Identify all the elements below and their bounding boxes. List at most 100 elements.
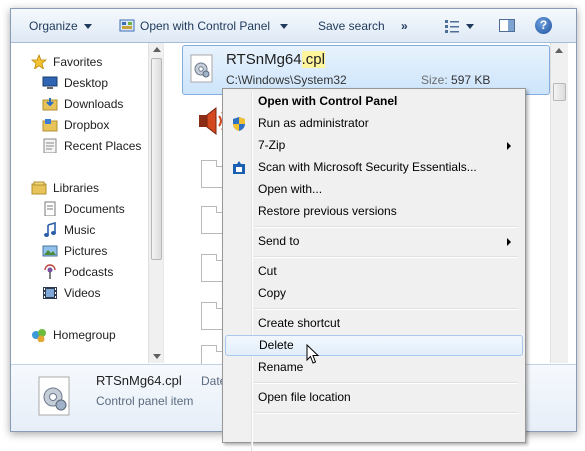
menu-item-label: Open file location [258, 390, 351, 404]
menu-item-delete[interactable]: Delete [225, 335, 523, 356]
size-value: 597 KB [451, 73, 491, 87]
nav-podcasts-label: Podcasts [64, 265, 114, 279]
submenu-arrow-icon [507, 142, 511, 150]
save-search-label: Save search [318, 19, 385, 33]
navigation-pane: Favorites Desktop Downloads Dropbox Rece… [11, 43, 148, 363]
details-file-name: RTSnMg64.cpl [96, 373, 182, 388]
file-list-scroll-thumb[interactable] [553, 83, 566, 101]
videos-film-icon [43, 287, 57, 299]
file-name-base: RTSnMg64 [226, 51, 302, 68]
context-menu: Open with Control Panel Run as administr… [222, 88, 526, 451]
generic-file-icon[interactable] [201, 254, 223, 282]
nav-downloads-label: Downloads [64, 97, 124, 111]
nav-music-label: Music [64, 223, 96, 237]
menu-separator [254, 308, 518, 310]
music-note-icon [44, 222, 56, 237]
dropbox-folder-icon [42, 119, 58, 132]
menu-item-7-zip[interactable]: 7-Zip [225, 135, 521, 156]
star-icon [31, 54, 47, 69]
generic-file-icon[interactable] [201, 302, 223, 330]
generic-file-icon[interactable] [201, 160, 223, 188]
menu-separator [254, 412, 518, 414]
help-button[interactable]: ? [535, 17, 552, 34]
menu-item-label: Open with Control Panel [258, 94, 398, 108]
menu-item-label: Copy [258, 286, 287, 300]
menu-item-label: Rename [258, 360, 304, 374]
selected-file-size: Size: 597 KB [421, 73, 490, 87]
navigation-scroll-thumb[interactable] [151, 58, 162, 260]
menu-item-label: Delete [259, 338, 294, 352]
menu-item-open-with[interactable]: Open with... [225, 179, 521, 200]
chevron-down-icon [83, 24, 92, 30]
documents-icon [44, 201, 56, 216]
menu-separator [254, 226, 518, 228]
podcast-icon [44, 264, 56, 279]
nav-videos-label: Videos [64, 286, 101, 300]
nav-documents-label: Documents [64, 202, 125, 216]
homegroup-icon [32, 329, 46, 342]
open-with-label: Open with Control Panel [140, 19, 271, 33]
recent-places-icon [43, 138, 57, 153]
generic-file-icon[interactable] [201, 206, 223, 234]
menu-item-rename[interactable]: Rename [225, 357, 521, 378]
menu-item-label: Scan with Microsoft Security Essentials.… [258, 160, 477, 174]
libraries-label: Libraries [53, 181, 100, 195]
selected-file-path: C:\Windows\System32 [226, 73, 347, 87]
downloads-folder-icon [42, 98, 58, 111]
uac-shield-icon [233, 117, 245, 131]
menu-item-label: Restore previous versions [258, 204, 397, 218]
menu-item-restore-previous-versions[interactable]: Restore previous versions [225, 201, 521, 222]
menu-item-open-file-location[interactable]: Open file location [225, 387, 521, 408]
more-label: » [401, 19, 408, 33]
menu-item-open-with-control-panel[interactable]: Open with Control Panel [225, 91, 521, 112]
desktop-icon [42, 76, 58, 89]
scroll-up-arrow-icon[interactable] [153, 47, 161, 52]
selected-file-name: RTSnMg64.cpl [226, 51, 325, 68]
file-list-scrollbar[interactable] [550, 43, 568, 363]
command-bar: Organize Open with Control Panel Save se… [11, 9, 576, 43]
favorites-label: Favorites [53, 55, 103, 69]
more-commands-button[interactable]: » [401, 18, 408, 34]
mouse-pointer-icon [306, 344, 320, 364]
menu-item-label: Run as administrator [258, 116, 369, 130]
view-list-icon [445, 20, 459, 33]
details-file-type: Control panel item [96, 394, 194, 408]
menu-item-label: 7-Zip [258, 138, 286, 152]
pictures-icon [42, 245, 58, 257]
file-extension-highlight: .cpl [301, 51, 325, 68]
save-search-button[interactable]: Save search [318, 18, 385, 34]
cpl-gear-file-icon [190, 54, 213, 83]
organize-menu-button[interactable]: Organize [29, 18, 92, 34]
menu-item-label: Cut [258, 264, 277, 278]
menu-separator [254, 256, 518, 258]
navigation-scrollbar[interactable] [148, 43, 164, 363]
menu-item-label: Open with... [258, 182, 323, 196]
menu-separator [254, 382, 518, 384]
chevron-down-icon [280, 24, 289, 30]
nav-desktop-label: Desktop [64, 76, 109, 90]
menu-item-label: Create shortcut [258, 316, 341, 330]
size-label: Size: [421, 73, 448, 87]
open-with-control-panel-button[interactable]: Open with Control Panel [119, 18, 289, 34]
nav-recent-places-label: Recent Places [64, 139, 142, 153]
change-view-button[interactable] [444, 18, 474, 34]
control-panel-icon [119, 19, 135, 32]
security-essentials-icon [233, 161, 245, 174]
preview-pane-icon [499, 19, 515, 32]
submenu-arrow-icon [507, 238, 511, 246]
menu-item-send-to[interactable]: Send to [225, 231, 521, 252]
menu-item-create-shortcut[interactable]: Create shortcut [225, 313, 521, 334]
scroll-down-arrow-icon[interactable] [153, 354, 161, 359]
libraries-icon [31, 181, 47, 195]
scroll-up-arrow-icon[interactable] [555, 48, 563, 53]
menu-item-run-as-administrator[interactable]: Run as administrator [225, 113, 521, 134]
menu-item-cut[interactable]: Cut [225, 261, 521, 282]
help-icon: ? [539, 18, 548, 32]
menu-item-scan-security-essentials[interactable]: Scan with Microsoft Security Essentials.… [225, 157, 521, 178]
nav-pictures-label: Pictures [64, 244, 108, 258]
cpl-gear-file-large-icon [38, 376, 70, 416]
nav-dropbox-label: Dropbox [64, 118, 110, 132]
organize-label: Organize [29, 19, 78, 33]
menu-item-copy[interactable]: Copy [225, 283, 521, 304]
homegroup-label: Homegroup [53, 328, 116, 342]
